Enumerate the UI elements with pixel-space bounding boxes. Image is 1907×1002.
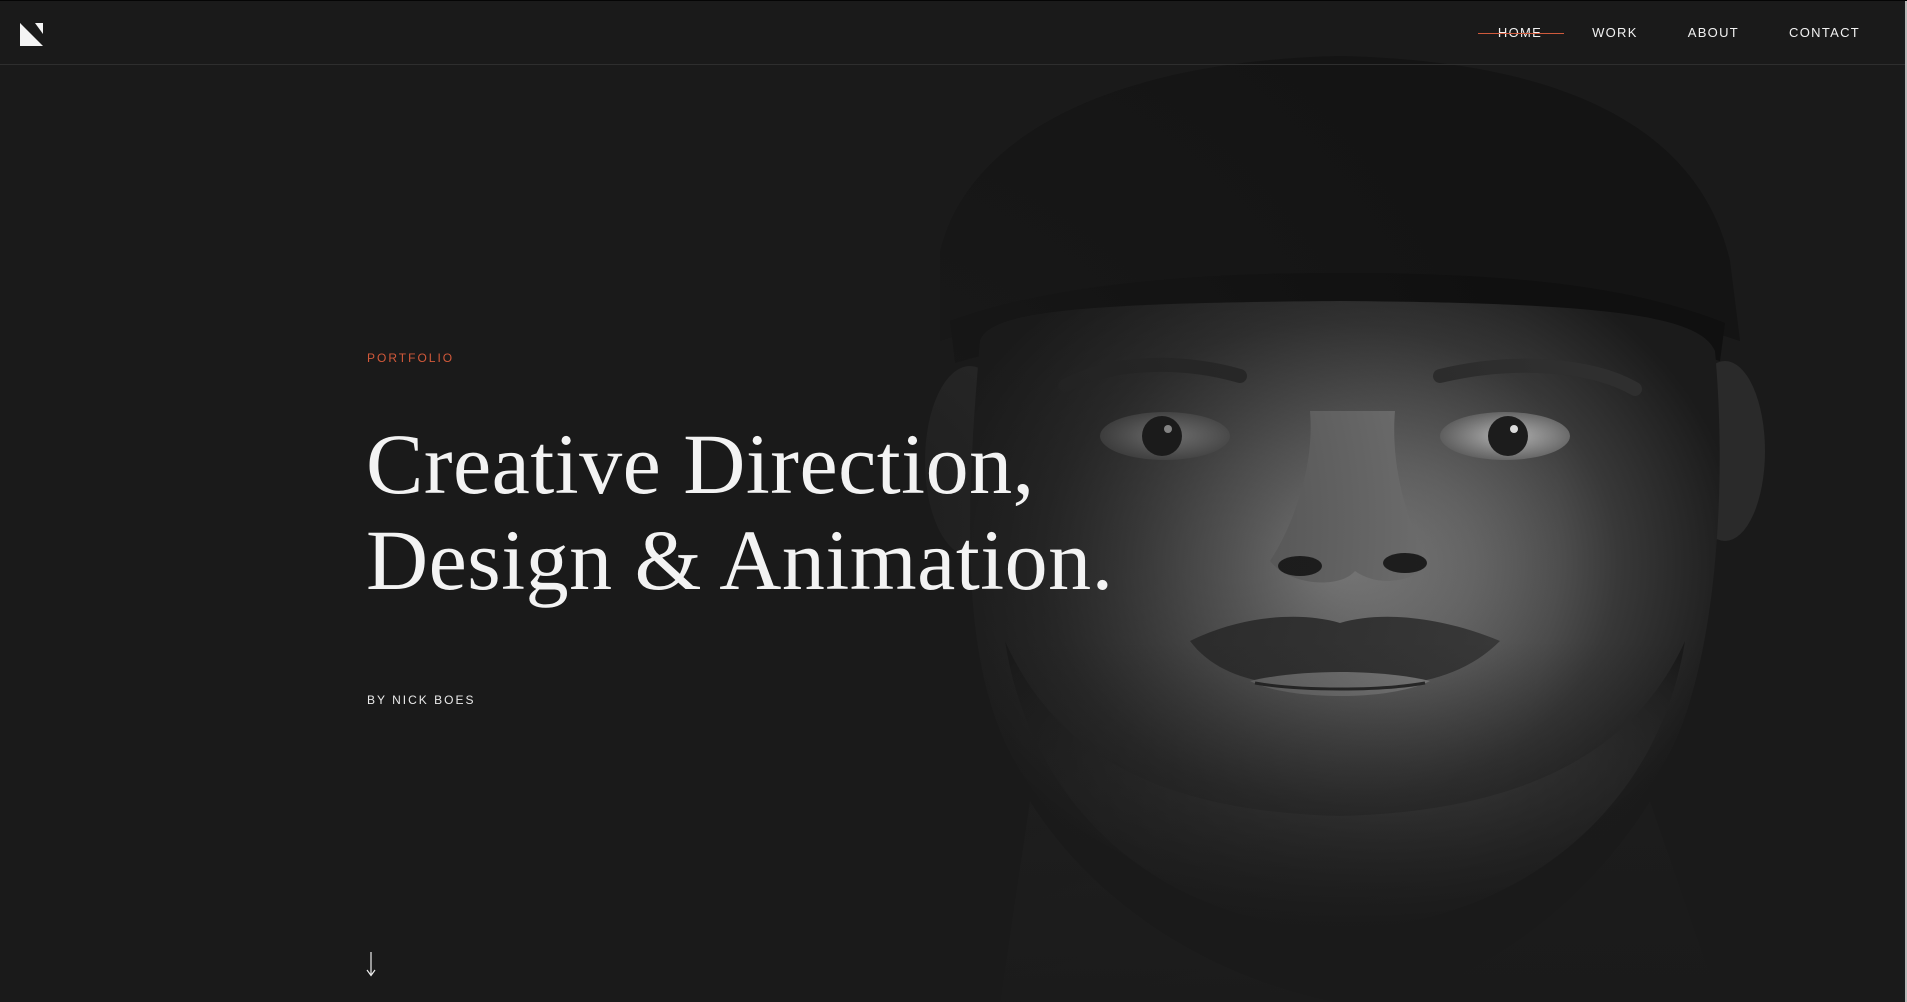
page: HOME WORK ABOUT CONTACT PORTFOLIO Creati… (0, 0, 1907, 1002)
main-nav: HOME WORK ABOUT CONTACT (1448, 1, 1860, 64)
nav-home-link[interactable]: HOME (1477, 25, 1565, 40)
nav-work-link[interactable]: WORK (1592, 25, 1638, 40)
hero-headline: Creative Direction, Design & Animation. (366, 416, 1114, 608)
arrow-down-icon[interactable] (366, 951, 376, 977)
hero-byline: BY NICK BOES (367, 693, 476, 707)
site-header: HOME WORK ABOUT CONTACT (0, 1, 1905, 65)
nav-contact-link[interactable]: CONTACT (1789, 25, 1860, 40)
hero-eyebrow: PORTFOLIO (367, 351, 455, 365)
n-monogram-logo-icon[interactable] (20, 23, 43, 46)
nav-about-link[interactable]: ABOUT (1688, 25, 1739, 40)
hero-headline-line-2: Design & Animation. (366, 512, 1114, 608)
hero-headline-line-1: Creative Direction, (366, 416, 1035, 512)
